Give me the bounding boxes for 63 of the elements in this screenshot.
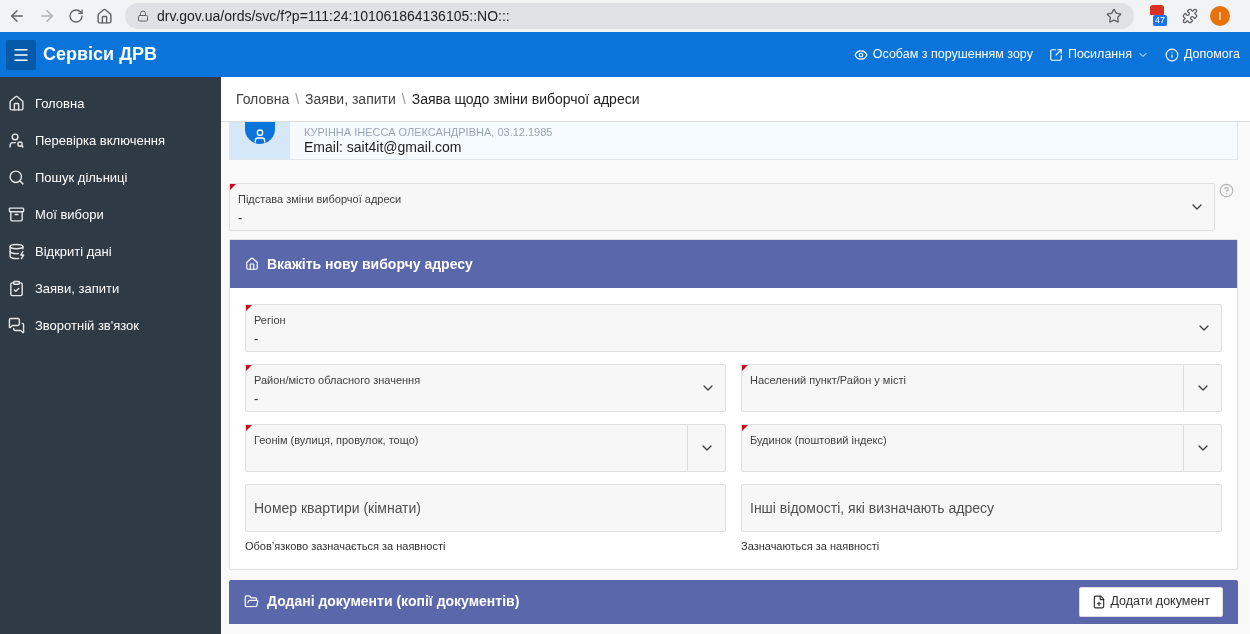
field-hint: Обов’язково зазначається за наявності xyxy=(245,539,447,554)
field-value: - xyxy=(238,210,244,226)
file-plus-icon xyxy=(1092,594,1107,609)
search-icon xyxy=(8,169,25,186)
back-icon[interactable] xyxy=(8,7,26,25)
select-field[interactable]: Район/місто обласного значення - xyxy=(245,364,726,412)
field-hint: Зазначаються за наявності xyxy=(741,539,881,554)
reload-icon[interactable] xyxy=(68,8,84,24)
sidebar-item[interactable]: Відкриті дані xyxy=(0,233,221,270)
breadcrumb-current[interactable]: Заява щодо зміни виборчої адреси xyxy=(411,88,640,110)
lock-icon xyxy=(137,10,149,22)
field-label: Район/місто обласного значення xyxy=(254,373,422,387)
breadcrumb-link[interactable]: Заяви, запити xyxy=(305,88,396,110)
eye-icon xyxy=(853,47,868,62)
header-link[interactable]: Допомога xyxy=(1164,45,1240,64)
profile-email: Email: sait4it@gmail.com xyxy=(304,138,463,156)
profile-name: КУРІННА ІНЕССА ОЛЕКСАНДРІВНА, 03.12.1985 xyxy=(304,125,553,138)
breadcrumb-link[interactable]: Головна xyxy=(236,88,290,110)
menu-button[interactable] xyxy=(6,39,36,70)
sidebar-item[interactable]: Головна xyxy=(0,85,221,122)
app-title: Сервіси ДРВ xyxy=(43,43,157,66)
field-value: - xyxy=(254,391,260,407)
select-field[interactable]: Будинок (поштовий індекс) xyxy=(741,424,1222,472)
chat-bubbles-icon xyxy=(8,317,25,334)
field-label: Регіон xyxy=(254,313,287,327)
field-label: Будинок (поштовий індекс) xyxy=(750,433,888,447)
address-bar[interactable]: drv.gov.ua/ords/svc/f?p=111:24:101061864136105::NO::: xyxy=(125,3,1134,29)
home-icon xyxy=(245,257,259,271)
home-icon[interactable] xyxy=(96,7,113,25)
breadcrumb-separator: \ xyxy=(295,89,300,109)
field-label: Підстава зміни виборчої адреси xyxy=(238,192,403,206)
folder-icon xyxy=(244,594,259,609)
sidebar-item[interactable]: Заяви, запити xyxy=(0,270,221,307)
archive-box-icon xyxy=(8,206,25,223)
header-link[interactable]: Особам з порушенням зору xyxy=(853,45,1033,64)
puzzle-icon[interactable] xyxy=(1182,8,1198,24)
clipboard-check-icon xyxy=(8,280,25,297)
extension-badge: 47 xyxy=(1153,15,1167,26)
star-icon[interactable] xyxy=(1106,8,1122,24)
sidebar-item[interactable]: Мої вибори xyxy=(0,196,221,233)
select-field[interactable]: Геонім (вулиця, провулок, тощо) xyxy=(245,424,726,472)
field-label: Населений пункт/Район у місті xyxy=(750,373,907,387)
add-document-button[interactable]: Додати документ xyxy=(1079,586,1223,617)
external-link-icon xyxy=(1048,47,1063,62)
url-text: drv.gov.ua/ords/svc/f?p=111:24:101061864136105::NO::: xyxy=(157,6,511,26)
text-input[interactable]: Номер квартири (кімнати) xyxy=(245,484,726,532)
panel-title: Додані документи (копії документів) xyxy=(267,592,521,611)
breadcrumb-separator: \ xyxy=(401,89,406,109)
header-link[interactable]: Посилання xyxy=(1048,45,1149,64)
panel-title: Вкажіть нову виборчу адресу xyxy=(267,254,473,274)
field-value: - xyxy=(254,331,260,347)
select-field[interactable]: Регіон - xyxy=(245,304,1222,352)
text-input[interactable]: Інші відомості, які визначають адресу xyxy=(741,484,1222,532)
database-icon xyxy=(8,243,25,260)
info-icon xyxy=(1164,47,1179,62)
user-search-icon xyxy=(8,132,25,149)
sidebar-item[interactable]: Перевірка включення xyxy=(0,122,221,159)
sidebar-item[interactable]: Зворотній зв'язок xyxy=(0,307,221,344)
home-icon xyxy=(8,95,25,112)
select-field[interactable]: Підстава зміни виборчої адреси - xyxy=(229,183,1215,231)
field-label: Геонім (вулиця, провулок, тощо) xyxy=(254,433,420,447)
select-field[interactable]: Населений пункт/Район у місті xyxy=(741,364,1222,412)
sidebar-item[interactable]: Пошук дільниці xyxy=(0,159,221,196)
